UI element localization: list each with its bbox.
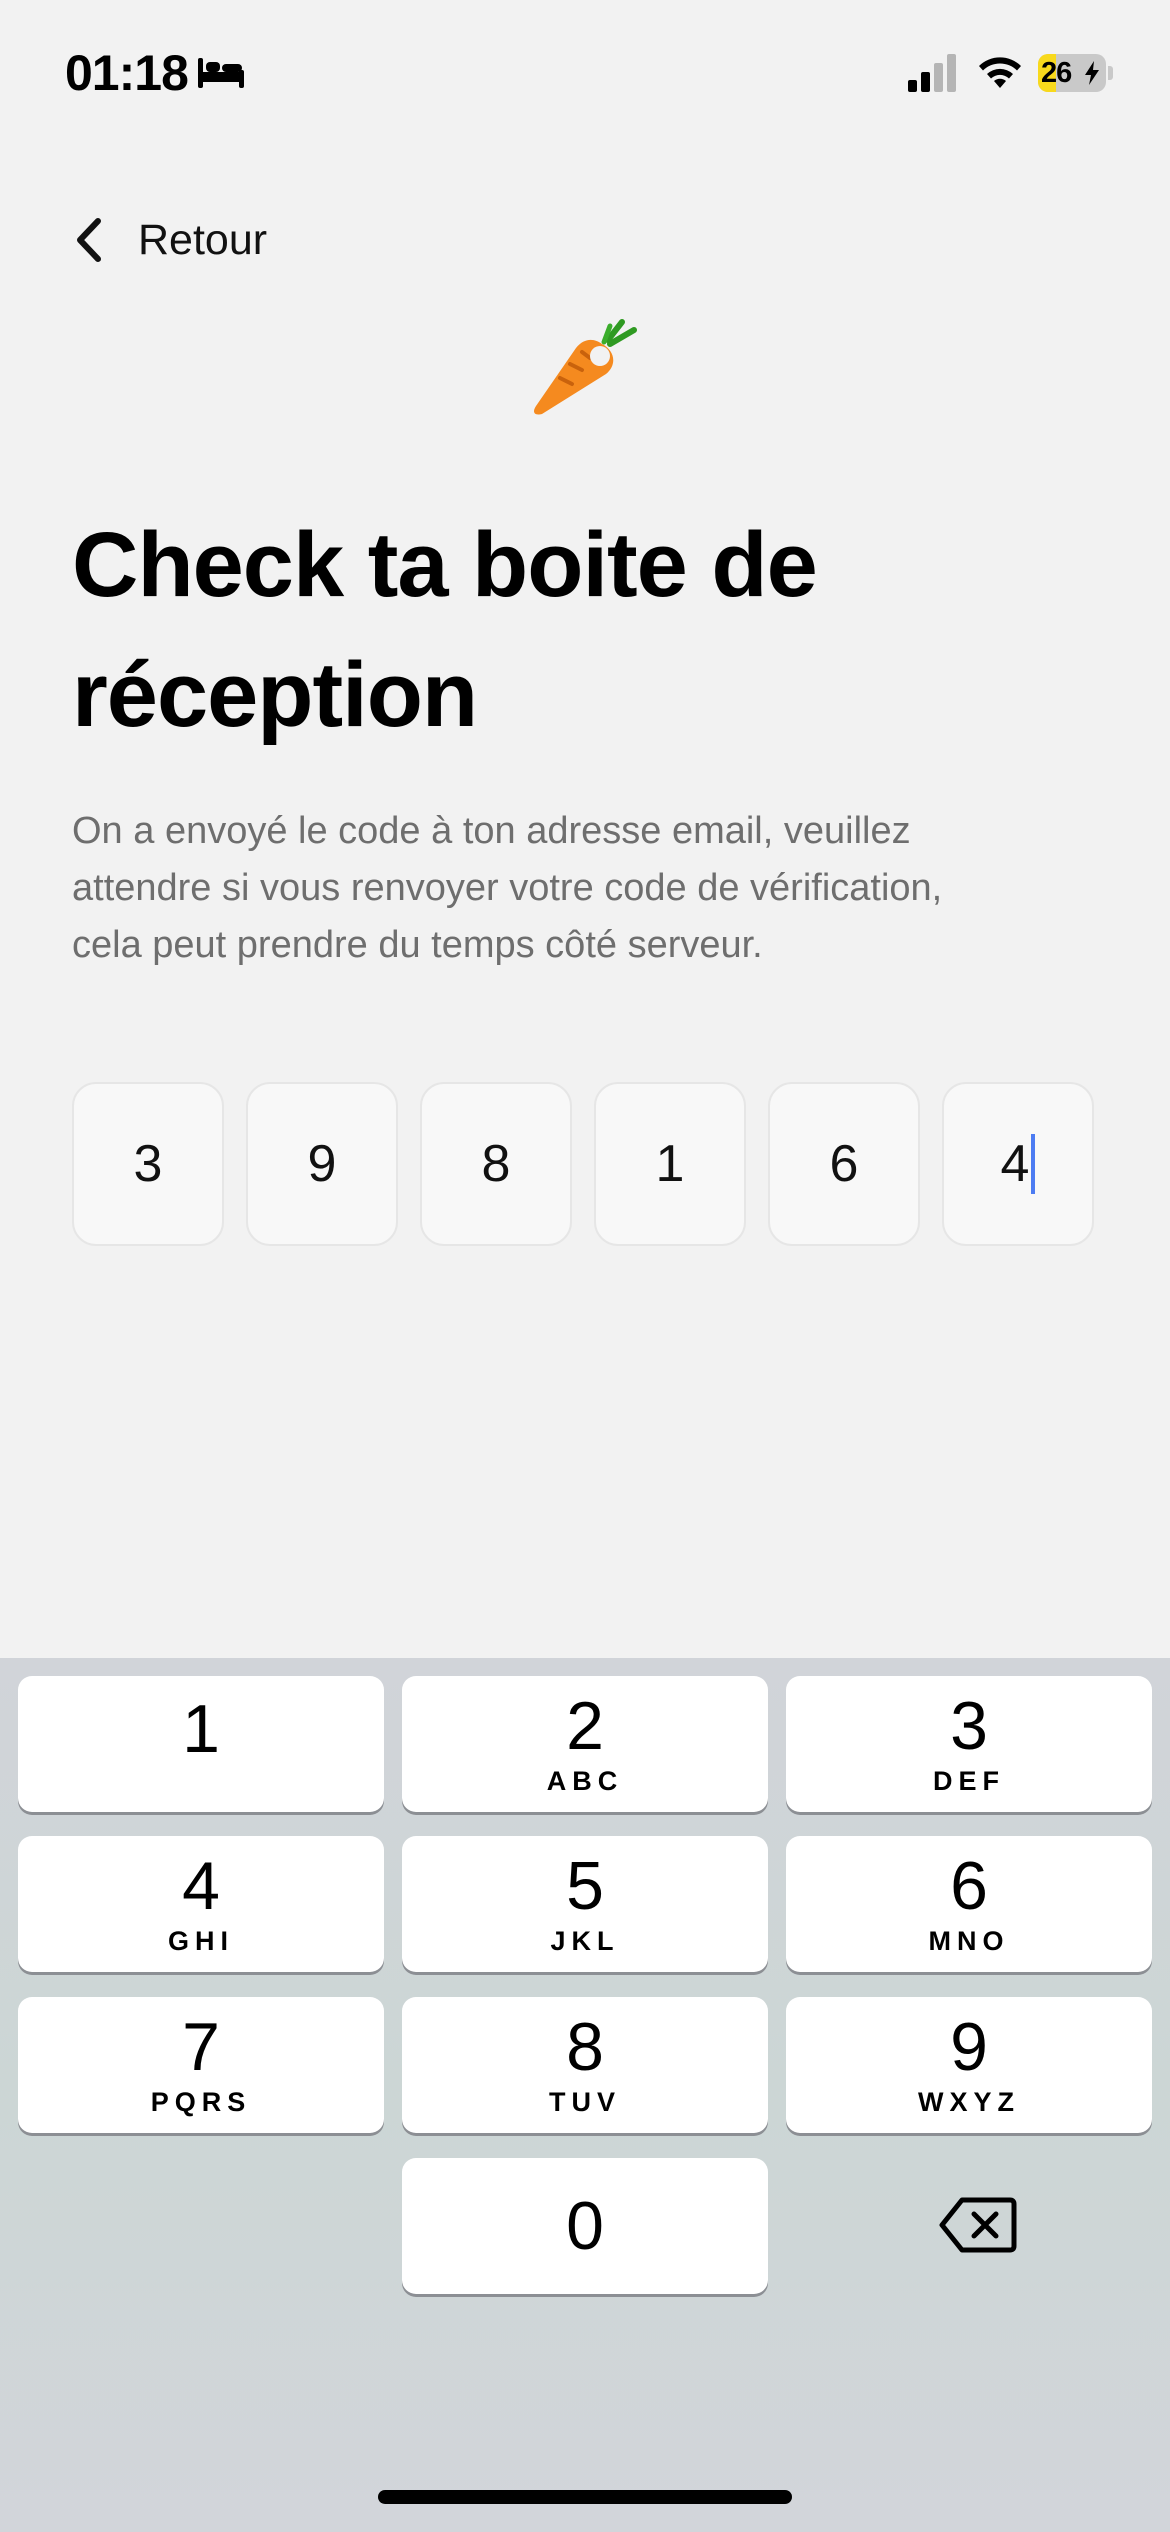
page-title: Check ta boite de réception — [72, 514, 818, 746]
key-digit: 9 — [950, 2008, 988, 2085]
key-letters: GHI — [167, 1925, 234, 1956]
code-digit-box[interactable]: 6 — [768, 1082, 920, 1246]
carrot-icon — [534, 319, 637, 415]
key-digit: 7 — [182, 2008, 220, 2085]
key-1[interactable]: 1 — [18, 1676, 384, 1812]
key-letters: JKL — [550, 1925, 620, 1956]
key-5[interactable]: 5 JKL — [402, 1836, 768, 1972]
verification-code-input[interactable]: 3 9 8 1 6 4 — [72, 1082, 1098, 1246]
key-letters: ABC — [546, 1765, 624, 1796]
code-digit: 4 — [1000, 1135, 1030, 1193]
key-4[interactable]: 4 GHI — [18, 1836, 384, 1972]
key-letters: PQRS — [150, 2086, 252, 2117]
text-cursor — [1031, 1134, 1036, 1194]
code-digit: 6 — [829, 1135, 859, 1193]
code-digit: 3 — [133, 1135, 163, 1193]
code-digit: 8 — [481, 1135, 511, 1193]
key-digit: 6 — [950, 1847, 988, 1924]
key-0[interactable]: 0 — [402, 2158, 768, 2294]
key-6[interactable]: 6 MNO — [786, 1836, 1152, 1972]
code-digit-box-active[interactable]: 4 — [942, 1082, 1094, 1246]
home-indicator — [378, 2490, 792, 2504]
battery-level-text: 26 — [1041, 57, 1072, 89]
back-button[interactable]: Retour — [70, 205, 267, 275]
battery-icon: 26 — [1038, 54, 1113, 92]
key-2[interactable]: 2 ABC — [402, 1676, 768, 1812]
code-digit-box[interactable]: 3 — [72, 1082, 224, 1246]
key-digit: 2 — [566, 1687, 604, 1764]
key-letters: TUV — [549, 2086, 621, 2117]
code-digit: 1 — [655, 1135, 685, 1193]
back-label: Retour — [138, 215, 268, 264]
key-7[interactable]: 7 PQRS — [18, 1997, 384, 2133]
wifi-icon — [979, 57, 1021, 88]
key-digit: 3 — [950, 1687, 988, 1764]
code-digit-box[interactable]: 8 — [420, 1082, 572, 1246]
delete-backspace-icon[interactable] — [938, 2190, 1018, 2260]
key-digit: 8 — [566, 2008, 604, 2085]
code-digit-box[interactable]: 9 — [246, 1082, 398, 1246]
chevron-left-icon — [77, 218, 101, 262]
charging-bolt-icon — [1085, 61, 1099, 85]
signal-icon — [908, 54, 956, 92]
code-digit: 9 — [307, 1135, 337, 1193]
key-digit: 0 — [566, 2188, 604, 2264]
bed-icon — [198, 58, 244, 88]
key-8[interactable]: 8 TUV — [402, 1997, 768, 2133]
status-time: 01:18 — [65, 45, 189, 101]
key-3[interactable]: 3 DEF — [786, 1676, 1152, 1812]
key-letters: MNO — [928, 1925, 1010, 1956]
key-digit: 5 — [566, 1847, 604, 1924]
key-9[interactable]: 9 WXYZ — [786, 1997, 1152, 2133]
key-letters: DEF — [933, 1765, 1005, 1796]
key-letters: WXYZ — [918, 2086, 1020, 2117]
key-digit: 1 — [182, 1691, 220, 1767]
page-description: On a envoyé le code à ton adresse email,… — [72, 810, 943, 966]
code-digit-box[interactable]: 1 — [594, 1082, 746, 1246]
status-bar: 01:18 26 — [0, 0, 1170, 150]
key-digit: 4 — [182, 1847, 220, 1924]
